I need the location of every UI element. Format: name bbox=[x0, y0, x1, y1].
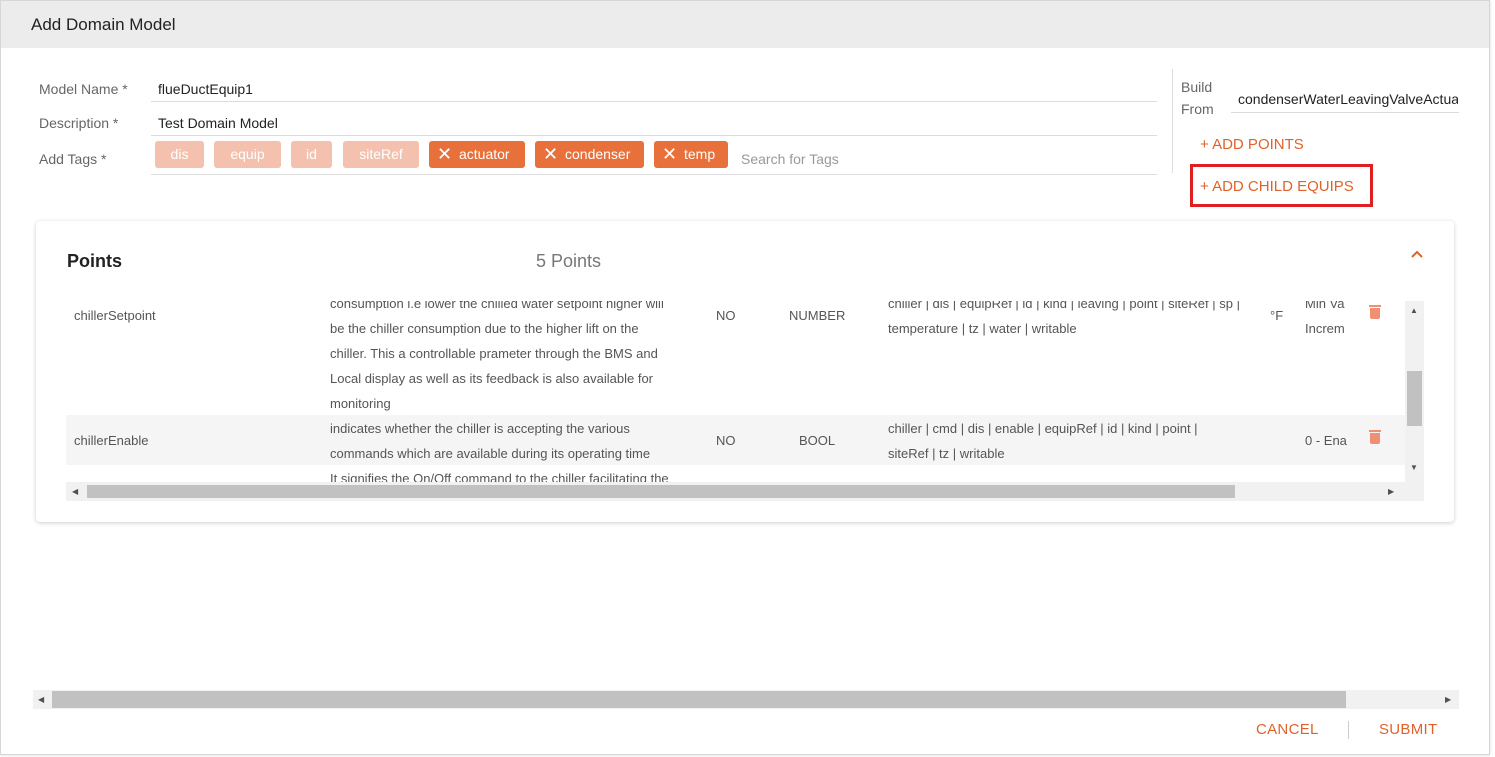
scrollbar-thumb[interactable] bbox=[1407, 371, 1422, 426]
description-underline bbox=[151, 135, 1157, 136]
point-description-line: commands which are available during its … bbox=[330, 446, 651, 461]
description-input[interactable]: Test Domain Model bbox=[158, 115, 278, 131]
build-from-label-2: From bbox=[1181, 101, 1214, 117]
tag-siteref: siteRef bbox=[343, 141, 419, 168]
point-description-line: chiller. This a controllable prameter th… bbox=[330, 346, 658, 361]
add-tags-label: Add Tags * bbox=[39, 151, 107, 167]
tag-condenser[interactable]: ✕ condenser bbox=[535, 141, 644, 168]
build-from-select[interactable]: condenserWaterLeavingValveActuator bbox=[1238, 91, 1458, 107]
point-description-line: consumption i.e lower the chilled water … bbox=[330, 301, 664, 311]
points-card: Points 5 Points chillerSetpoint consumpt… bbox=[36, 221, 1454, 522]
point-description-line: Local display as well as its feedback is… bbox=[330, 371, 654, 386]
point-flag: NO bbox=[716, 433, 736, 448]
tag-temp[interactable]: ✕ temp bbox=[654, 141, 728, 168]
scroll-down-icon[interactable]: ▼ bbox=[1410, 463, 1418, 472]
chevron-up-icon[interactable] bbox=[1411, 245, 1423, 261]
point-name: chillerEnable bbox=[74, 433, 149, 448]
point-extra: 0 - Ena bbox=[1305, 433, 1347, 448]
point-description-line: monitoring bbox=[330, 396, 391, 411]
dialog-header: Add Domain Model bbox=[1, 1, 1489, 48]
model-name-input[interactable]: flueDuctEquip1 bbox=[158, 81, 253, 97]
table-vertical-scrollbar[interactable]: ▲ ▼ bbox=[1405, 301, 1424, 482]
footer-separator bbox=[1348, 721, 1349, 739]
point-tags-line: chiller | cmd | dis | enable | equipRef … bbox=[888, 421, 1198, 436]
point-name: chillerSetpoint bbox=[74, 308, 156, 323]
point-kind: BOOL bbox=[799, 433, 836, 448]
tag-id: id bbox=[291, 141, 332, 168]
dialog-title: Add Domain Model bbox=[31, 15, 176, 34]
point-tags-line: temperature | tz | water | writable bbox=[888, 321, 1077, 336]
points-table: chillerSetpoint consumption i.e lower th… bbox=[66, 301, 1405, 482]
dialog-horizontal-scrollbar[interactable]: ◀ ▶ bbox=[33, 690, 1459, 709]
scroll-left-icon[interactable]: ◀ bbox=[72, 487, 78, 496]
model-name-underline bbox=[151, 101, 1157, 102]
scrollbar-thumb[interactable] bbox=[52, 691, 1346, 708]
add-domain-model-dialog: Add Domain Model Model Name * flueDuctEq… bbox=[0, 0, 1490, 755]
scroll-up-icon[interactable]: ▲ bbox=[1410, 306, 1418, 315]
close-icon[interactable]: ✕ bbox=[662, 141, 677, 168]
highlight-box bbox=[1190, 164, 1373, 207]
tag-temp-label: temp bbox=[684, 146, 716, 162]
points-title: Points bbox=[67, 251, 123, 271]
table-row bbox=[66, 415, 1405, 465]
point-kind: NUMBER bbox=[789, 308, 846, 323]
close-icon[interactable]: ✕ bbox=[543, 141, 558, 168]
table-horizontal-scrollbar[interactable]: ◀ ▶ bbox=[66, 482, 1424, 501]
point-unit: °F bbox=[1270, 308, 1284, 323]
tag-search-input[interactable]: Search for Tags bbox=[741, 151, 839, 167]
tag-dis: dis bbox=[155, 141, 204, 168]
cancel-button[interactable]: CANCEL bbox=[1256, 721, 1319, 738]
point-flag: NO bbox=[716, 308, 736, 323]
point-extra-line: Increm bbox=[1305, 321, 1345, 336]
point-extra-line: Min Va bbox=[1305, 301, 1345, 311]
scrollbar-thumb[interactable] bbox=[87, 485, 1235, 498]
model-name-label: Model Name * bbox=[39, 81, 128, 97]
trash-icon[interactable] bbox=[1369, 305, 1381, 319]
trash-icon[interactable] bbox=[1369, 430, 1381, 444]
point-tags-line: chiller | dis | equipRef | id | kind | l… bbox=[888, 301, 1240, 311]
scroll-right-icon[interactable]: ▶ bbox=[1445, 695, 1451, 704]
tags-underline bbox=[151, 174, 1157, 175]
points-count: 5 Points bbox=[536, 251, 602, 271]
tag-equip: equip bbox=[214, 141, 281, 168]
point-description-line: It signifies the On/Off command to the c… bbox=[330, 471, 669, 482]
tag-condenser-label: condenser bbox=[565, 146, 631, 162]
tag-actuator[interactable]: ✕ actuator bbox=[429, 141, 525, 168]
submit-button[interactable]: SUBMIT bbox=[1379, 721, 1437, 738]
point-description-line: be the chiller consumption due to the hi… bbox=[330, 321, 639, 336]
point-description-line: indicates whether the chiller is accepti… bbox=[330, 421, 630, 436]
scroll-right-icon[interactable]: ▶ bbox=[1388, 487, 1394, 496]
point-tags-line: siteRef | tz | writable bbox=[888, 446, 1005, 461]
scroll-left-icon[interactable]: ◀ bbox=[38, 695, 44, 704]
table-row bbox=[66, 301, 1405, 415]
tag-actuator-label: actuator bbox=[459, 146, 510, 162]
close-icon[interactable]: ✕ bbox=[437, 141, 452, 168]
side-divider bbox=[1172, 69, 1173, 173]
description-label: Description * bbox=[39, 115, 119, 131]
build-from-underline bbox=[1231, 112, 1459, 113]
add-points-button[interactable]: + ADD POINTS bbox=[1200, 136, 1304, 153]
build-from-label: Build bbox=[1181, 79, 1213, 95]
